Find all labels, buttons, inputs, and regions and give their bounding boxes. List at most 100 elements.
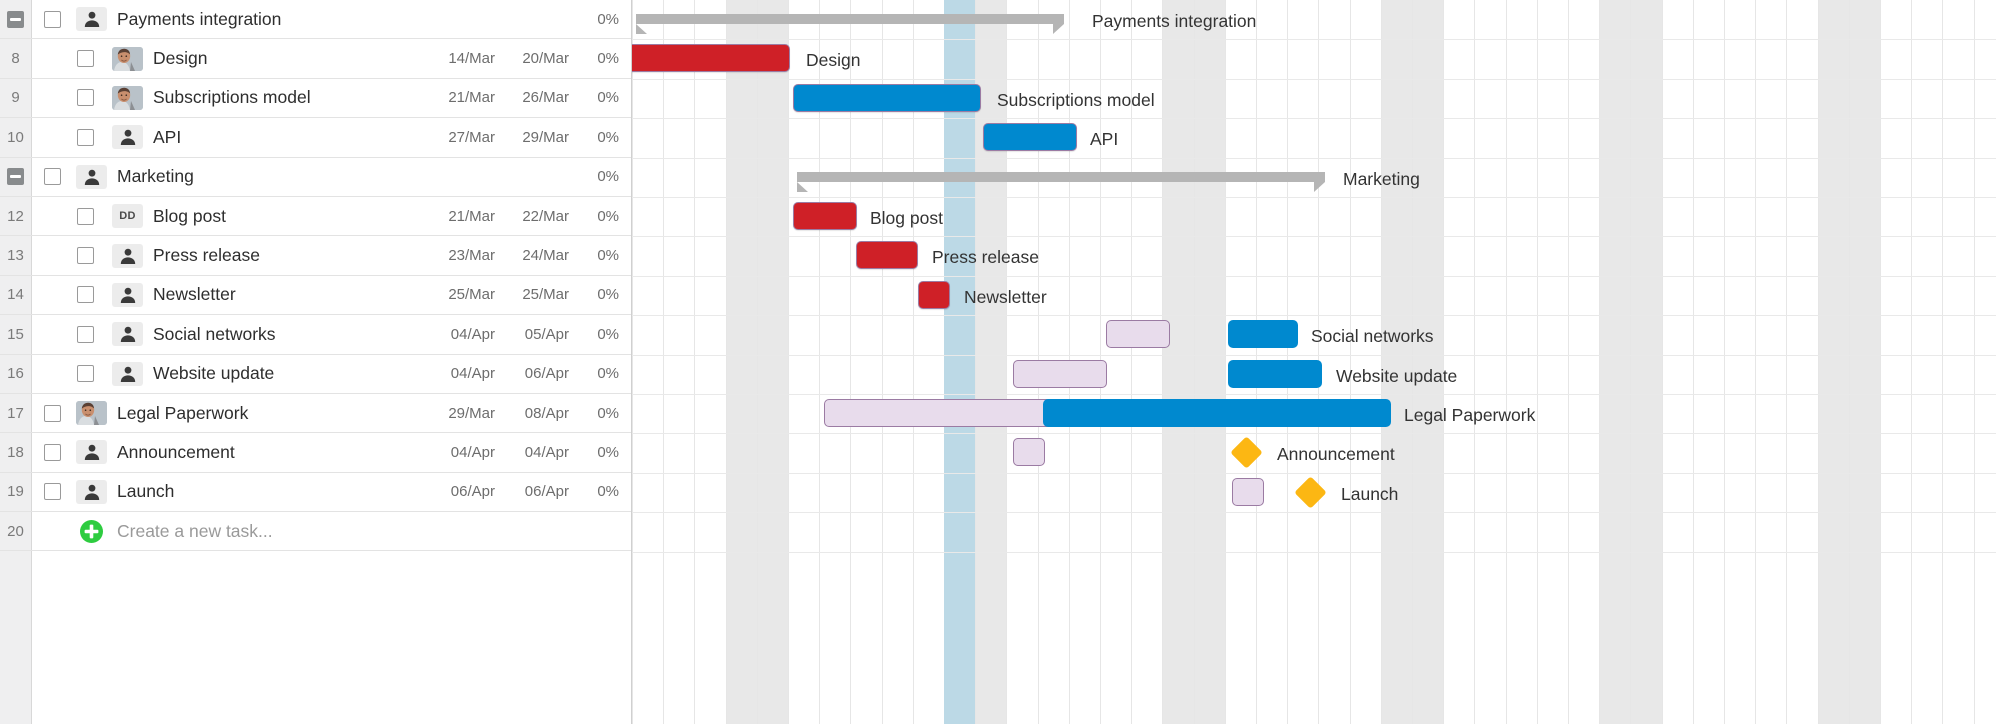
task-name: Launch xyxy=(117,481,175,502)
collapse-toggle[interactable] xyxy=(0,157,32,196)
collapse-toggle[interactable] xyxy=(0,0,32,39)
table-row[interactable]: 10 API 27/Mar 29/Mar 0% xyxy=(0,118,631,158)
timeline-gridline xyxy=(1661,0,1663,724)
timeline-gridline xyxy=(1848,0,1850,724)
table-row[interactable]: 13 Press release 23/Mar 24/Mar 0% xyxy=(0,236,631,276)
baseline-bar[interactable] xyxy=(1232,477,1264,506)
bar-label: Newsletter xyxy=(964,286,1047,307)
summary-bar[interactable] xyxy=(797,171,1325,192)
row-checkbox[interactable] xyxy=(32,207,108,225)
table-row[interactable]: 14 Newsletter 25/Mar 25/Mar 0% xyxy=(0,275,631,316)
row-checkbox[interactable] xyxy=(32,50,108,68)
task-end-date: 05/Apr xyxy=(524,325,569,343)
timeline-gridline xyxy=(1786,0,1788,724)
task-bar[interactable] xyxy=(856,241,918,270)
table-row[interactable]: 16 Website update 04/Apr 06/Apr 0% xyxy=(0,354,631,394)
task-progress: 0% xyxy=(597,10,619,28)
row-number: 16 xyxy=(0,354,32,393)
task-name: Subscriptions model xyxy=(153,87,311,108)
task-bar[interactable] xyxy=(918,280,950,309)
timeline-gridline xyxy=(1630,0,1632,724)
checkbox-box-icon xyxy=(43,483,61,501)
timeline-row-separator xyxy=(632,512,1996,514)
checkbox-box-icon xyxy=(43,443,61,461)
task-bar[interactable] xyxy=(1228,320,1298,349)
avatar-silhouette-icon xyxy=(112,243,143,268)
row-number: 8 xyxy=(0,39,32,78)
timeline-gridline xyxy=(632,0,633,724)
avatar-silhouette-icon xyxy=(76,164,107,189)
task-progress: 0% xyxy=(597,483,619,501)
avatar-silhouette-icon xyxy=(112,361,143,386)
timeline-row-separator xyxy=(632,78,1996,80)
timeline-gridline xyxy=(1755,0,1757,724)
task-start-date: 04/Apr xyxy=(450,365,495,383)
table-row[interactable]: 18 Announcement 04/Apr 04/Apr 0% xyxy=(0,433,631,473)
avatar-photo xyxy=(112,85,143,110)
task-bar[interactable] xyxy=(632,44,790,73)
timeline-gridline xyxy=(1880,0,1881,724)
avatar-silhouette-icon xyxy=(76,7,107,32)
summary-bar[interactable] xyxy=(636,14,1064,34)
task-progress: 0% xyxy=(597,50,619,68)
timeline-gridline xyxy=(788,0,789,724)
row-checkbox[interactable] xyxy=(32,247,108,265)
timeline-row-separator xyxy=(632,315,1996,317)
task-progress: 0% xyxy=(597,89,619,107)
task-name: Legal Paperwork xyxy=(117,402,249,423)
task-bar[interactable] xyxy=(793,202,857,230)
row-checkbox[interactable] xyxy=(32,10,72,28)
task-start-date: 27/Mar xyxy=(448,128,495,146)
task-name: Newsletter xyxy=(153,284,236,305)
task-progress: 0% xyxy=(597,404,619,422)
timeline-gridline xyxy=(1568,0,1569,724)
task-name: Announcement xyxy=(117,441,235,462)
row-checkbox[interactable] xyxy=(32,128,108,146)
table-row[interactable]: 9 Subscriptions model 21/Mar 26/Mar 0% xyxy=(0,78,631,119)
row-checkbox[interactable] xyxy=(32,89,108,107)
baseline-bar[interactable] xyxy=(1106,320,1170,349)
table-row[interactable]: 12 DD Blog post 21/Mar 22/Mar 0% xyxy=(0,196,631,237)
table-row[interactable]: 8 Design 14/Mar 20/Mar 0% xyxy=(0,39,631,79)
row-checkbox[interactable] xyxy=(32,325,108,343)
create-new-task-row[interactable]: 20 Create a new task... xyxy=(0,512,631,552)
task-bar[interactable] xyxy=(983,123,1077,152)
row-number: 19 xyxy=(0,472,32,512)
timeline-gridline xyxy=(1942,0,1944,724)
row-checkbox[interactable] xyxy=(32,404,72,422)
timeline-row-separator xyxy=(632,472,1996,474)
timeline-gridline xyxy=(1692,0,1694,724)
table-row[interactable]: 17 Legal Paperwork 29/Mar 08/Apr 0% xyxy=(0,393,631,434)
timeline-row-separator xyxy=(632,197,1996,198)
bar-label: Marketing xyxy=(1343,168,1420,189)
table-row[interactable]: 19 Launch 06/Apr 06/Apr 0% xyxy=(0,472,631,513)
table-row[interactable]: Payments integration 0% xyxy=(0,0,631,40)
baseline-bar[interactable] xyxy=(1013,359,1107,388)
table-row[interactable]: Marketing 0% xyxy=(0,157,631,197)
timeline-row-separator xyxy=(632,433,1996,435)
task-bar[interactable] xyxy=(793,83,981,112)
table-row[interactable]: 15 Social networks 04/Apr 05/Apr 0% xyxy=(0,315,631,355)
task-end-date: 24/Mar xyxy=(522,247,569,265)
add-task-plus-icon[interactable] xyxy=(76,519,107,543)
timeline-gridline xyxy=(1973,0,1975,724)
weekend-column xyxy=(1380,0,1412,724)
task-bar[interactable] xyxy=(1228,359,1322,388)
task-grid: Payments integration 0% 8 Design 14/Mar 20/Ma… xyxy=(0,0,632,724)
weekend-column xyxy=(1630,0,1662,724)
timeline-gridline xyxy=(1380,0,1382,724)
row-checkbox[interactable] xyxy=(32,365,108,383)
row-checkbox[interactable] xyxy=(32,168,72,186)
weekend-column xyxy=(1162,0,1194,724)
row-checkbox[interactable] xyxy=(32,483,72,501)
task-start-date: 29/Mar xyxy=(448,404,495,422)
task-bar[interactable] xyxy=(1043,399,1391,427)
row-checkbox[interactable] xyxy=(32,286,108,304)
baseline-bar[interactable] xyxy=(1013,438,1045,467)
timeline-gridline xyxy=(1349,0,1351,724)
timeline-gridline xyxy=(1443,0,1445,724)
row-number: 9 xyxy=(0,78,32,118)
bar-label: Legal Paperwork xyxy=(1404,405,1536,425)
avatar-silhouette-icon xyxy=(76,479,107,504)
row-checkbox[interactable] xyxy=(32,443,72,461)
